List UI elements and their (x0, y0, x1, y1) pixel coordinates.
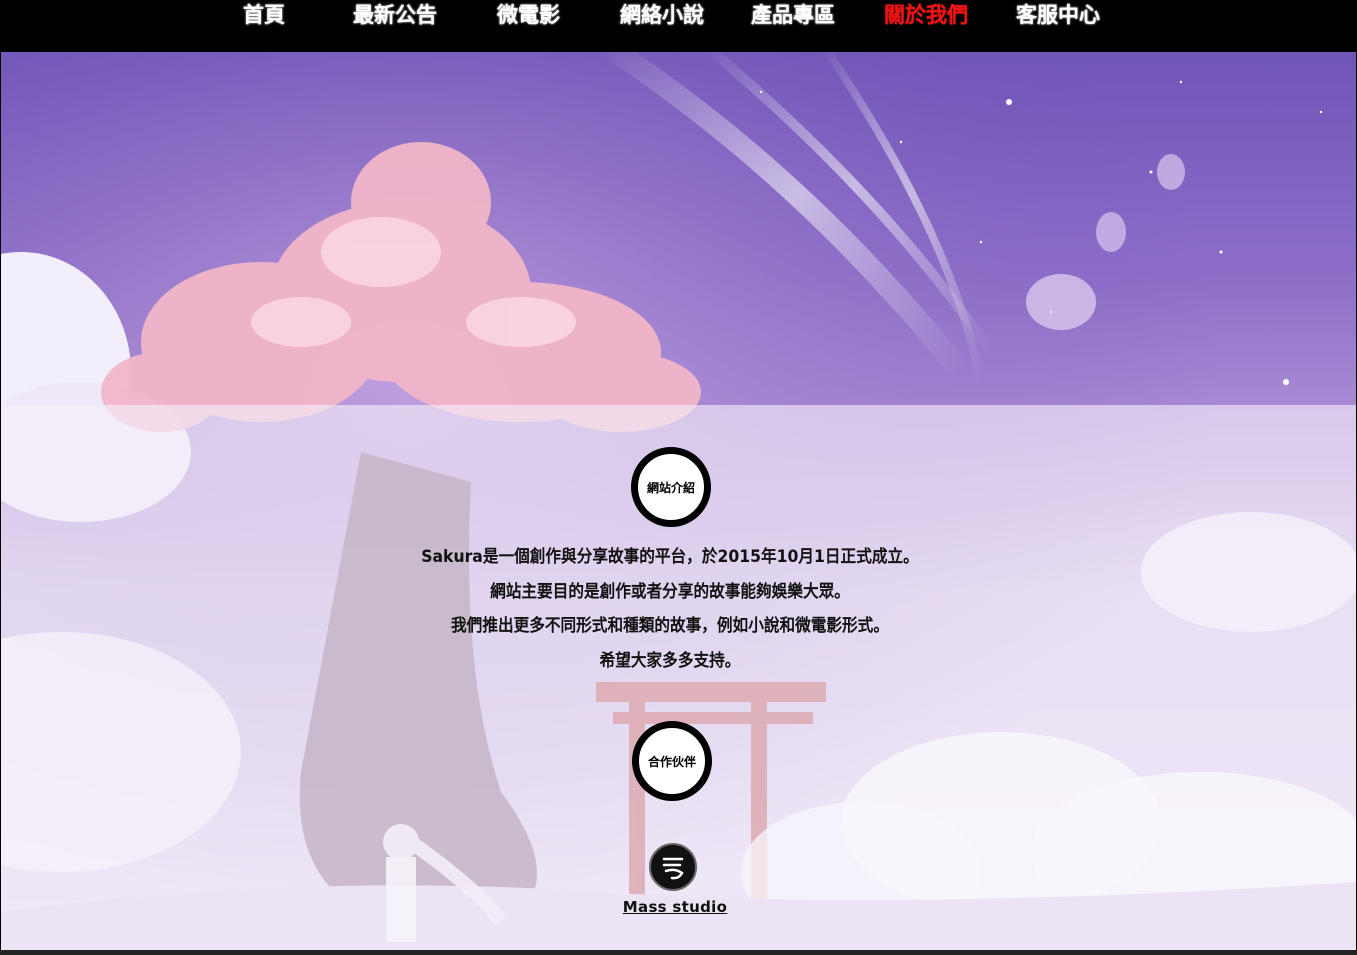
partners-badge: 合作伙伴 (632, 721, 712, 801)
top-navigation-bar: 首頁 最新公告 微電影 網絡小說 產品專區 關於我們 客服中心 (0, 0, 1357, 52)
intro-line: Sakura是一個創作與分享故事的平台，於2015年10月1日正式成立。 (421, 547, 919, 567)
page: 首頁 最新公告 微電影 網絡小說 產品專區 關於我們 客服中心 網站介紹 Sak… (0, 0, 1357, 955)
site-intro-text: Sakura是一個創作與分享故事的平台，於2015年10月1日正式成立。 網站主… (330, 540, 1010, 679)
nav-item-about-us[interactable]: 關於我們 (884, 0, 968, 32)
nav-item-home[interactable]: 首頁 (243, 0, 285, 32)
nav-item-customer-service[interactable]: 客服中心 (1016, 0, 1100, 32)
nav-item-micro-films[interactable]: 微電影 (497, 0, 560, 32)
page-bottom-edge (0, 950, 1357, 955)
intro-line: 希望大家多多支持。 (599, 651, 741, 672)
mass-studio-glyph-icon (662, 857, 684, 880)
nav-item-products[interactable]: 產品專區 (751, 0, 835, 32)
site-intro-badge: 網站介紹 (631, 447, 711, 527)
intro-line: 網站主要目的是創作或者分享的故事能夠娛樂大眾。 (490, 581, 850, 602)
nav-item-web-novels[interactable]: 網絡小說 (620, 0, 704, 32)
mass-studio-logo-icon[interactable] (649, 843, 697, 891)
partner-link-mass-studio[interactable]: Mass studio (620, 898, 730, 916)
intro-line: 我們推出更多不同形式和種類的故事，例如小說和微電影形式。 (451, 616, 889, 637)
nav-item-latest-news[interactable]: 最新公告 (353, 0, 437, 32)
